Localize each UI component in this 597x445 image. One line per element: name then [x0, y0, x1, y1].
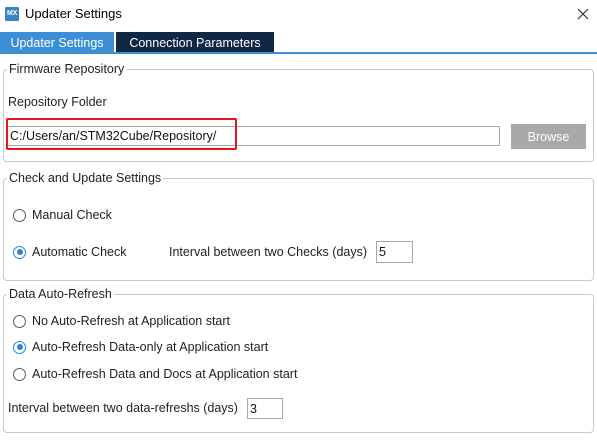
- auto-refresh-data-docs-radio[interactable]: Auto-Refresh Data and Docs at Applicatio…: [13, 366, 297, 382]
- tab-underline: [0, 52, 597, 54]
- manual-check-radio-indicator[interactable]: [13, 208, 26, 222]
- tab-bar: Updater Settings Connection Parameters: [0, 32, 597, 54]
- title-bar: MX Updater Settings: [0, 0, 597, 30]
- manual-check-radio[interactable]: Manual Check: [13, 207, 112, 223]
- auto-refresh-data-only-label: Auto-Refresh Data-only at Application st…: [32, 340, 269, 354]
- automatic-check-radio[interactable]: Automatic Check: [13, 244, 126, 260]
- auto-refresh-data-only-radio-indicator[interactable]: [13, 340, 26, 354]
- refresh-interval-input[interactable]: [247, 398, 283, 419]
- tab-connection-parameters[interactable]: Connection Parameters: [116, 32, 274, 54]
- check-update-group: Check and Update Settings: [3, 171, 594, 281]
- no-auto-refresh-radio[interactable]: No Auto-Refresh at Application start: [13, 313, 230, 329]
- close-button[interactable]: [572, 3, 594, 25]
- check-interval-label: Interval between two Checks (days): [169, 245, 368, 259]
- auto-refresh-data-docs-label: Auto-Refresh Data and Docs at Applicatio…: [32, 367, 298, 381]
- no-auto-refresh-label: No Auto-Refresh at Application start: [32, 314, 231, 328]
- firmware-repository-group: Firmware Repository: [3, 62, 594, 162]
- repository-folder-input[interactable]: [7, 126, 500, 146]
- mx-app-icon: MX: [5, 7, 19, 21]
- close-icon: [577, 8, 589, 20]
- automatic-check-radio-indicator[interactable]: [13, 245, 26, 259]
- manual-check-label: Manual Check: [32, 208, 112, 222]
- auto-refresh-data-only-radio[interactable]: Auto-Refresh Data-only at Application st…: [13, 339, 268, 355]
- firmware-repository-legend: Firmware Repository: [9, 62, 125, 76]
- automatic-check-label: Automatic Check: [32, 245, 127, 259]
- auto-refresh-data-docs-radio-indicator[interactable]: [13, 367, 26, 381]
- repository-folder-label: Repository Folder: [8, 95, 107, 109]
- refresh-interval-label: Interval between two data-refreshs (days…: [8, 401, 238, 415]
- tab-updater-settings[interactable]: Updater Settings: [0, 32, 114, 54]
- browse-button[interactable]: Browse: [511, 124, 586, 149]
- check-update-legend: Check and Update Settings: [9, 171, 162, 185]
- data-auto-refresh-legend: Data Auto-Refresh: [9, 287, 112, 301]
- window-title: Updater Settings: [25, 6, 122, 21]
- no-auto-refresh-radio-indicator[interactable]: [13, 314, 26, 328]
- check-interval-input[interactable]: [376, 241, 413, 263]
